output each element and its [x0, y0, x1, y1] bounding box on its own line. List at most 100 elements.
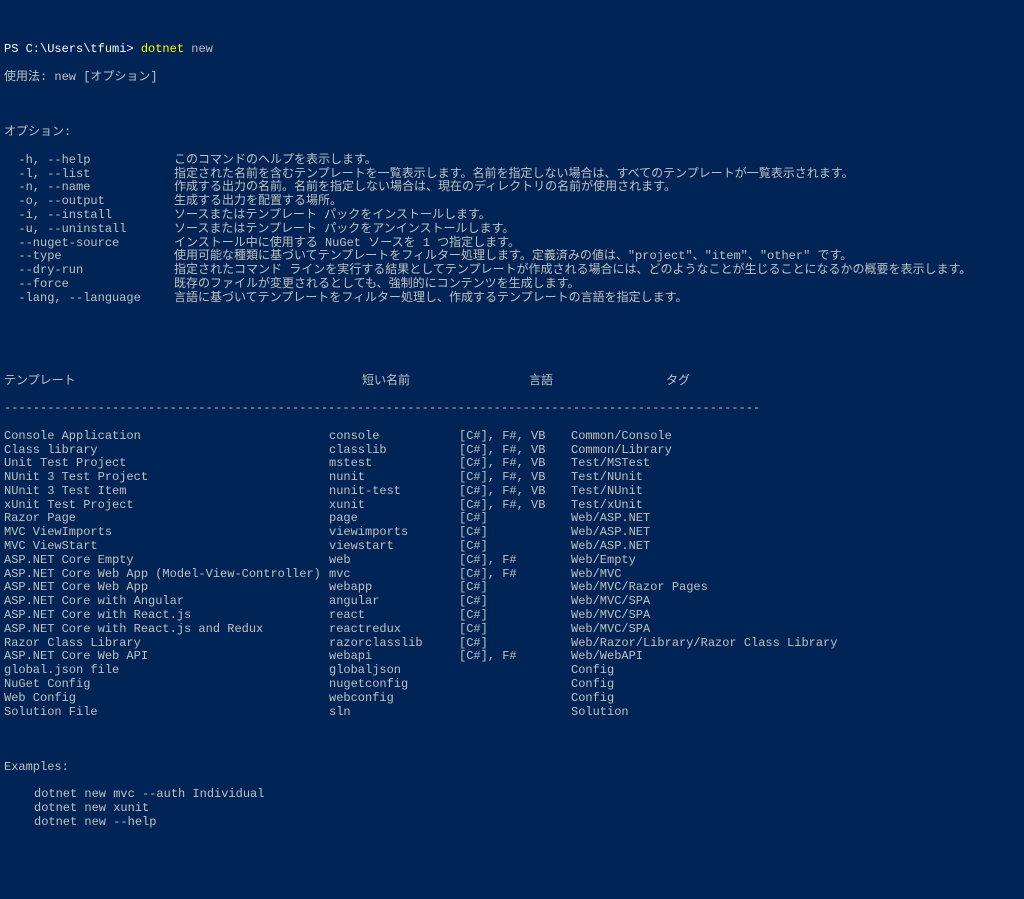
template-lang: [C#] — [459, 623, 571, 637]
table-row: Razor Class Libraryrazorclasslib[C#]Web/… — [4, 637, 1020, 651]
template-lang: [C#] — [459, 526, 571, 540]
template-short: reactredux — [329, 623, 459, 637]
table-row: ASP.NET Core Web Appwebapp[C#]Web/MVC/Ra… — [4, 581, 1020, 595]
template-tags: Web/ASP.NET — [571, 540, 650, 554]
template-lang: [C#] — [459, 512, 571, 526]
options-header: オプション: — [4, 126, 1020, 140]
template-tags: Common/Library — [571, 444, 672, 458]
template-tags: Test/NUnit — [571, 485, 643, 499]
table-row: Razor Pagepage[C#]Web/ASP.NET — [4, 512, 1020, 526]
template-short: console — [329, 430, 459, 444]
template-lang: [C#], F#, VB — [459, 444, 571, 458]
option-desc: 言語に基づいてテンプレートをフィルター処理し、作成するテンプレートの言語を指定し… — [174, 292, 687, 306]
option-flag: -i, --install — [4, 209, 174, 223]
template-lang: [C#], F#, VB — [459, 457, 571, 471]
template-tags: Web/Empty — [571, 554, 636, 568]
template-tags: Web/MVC/SPA — [571, 623, 650, 637]
template-short: classlib — [329, 444, 459, 458]
template-tags: Test/MSTest — [571, 457, 650, 471]
option-flag: --nuget-source — [4, 237, 174, 251]
template-short: webapi — [329, 650, 459, 664]
template-tags: Web/ASP.NET — [571, 526, 650, 540]
template-name: Razor Page — [4, 512, 329, 526]
template-tags: Config — [571, 664, 614, 678]
option-desc: ソースまたはテンプレート パックをアンインストールします。 — [174, 223, 514, 237]
option-desc: ソースまたはテンプレート パックをインストールします。 — [174, 209, 491, 223]
option-row: -h, --helpこのコマンドのヘルプを表示します。 — [4, 154, 1020, 168]
template-name: ASP.NET Core with React.js — [4, 609, 329, 623]
template-name: ASP.NET Core Empty — [4, 554, 329, 568]
template-tags: Solution — [571, 706, 629, 720]
option-desc: このコマンドのヘルプを表示します。 — [174, 154, 377, 168]
template-name: Console Application — [4, 430, 329, 444]
option-flag: -n, --name — [4, 181, 174, 195]
template-name: Web Config — [4, 692, 329, 706]
template-lang: [C#], F#, VB — [459, 499, 571, 513]
option-flag: -o, --output — [4, 195, 174, 209]
prompt-line: PS C:\Users\tfumi> dotnet new — [4, 43, 1020, 57]
table-row: Web ConfigwebconfigConfig — [4, 692, 1020, 706]
template-lang: [C#] — [459, 595, 571, 609]
option-flag: --type — [4, 250, 174, 264]
table-row: ASP.NET Core Emptyweb[C#], F#Web/Empty — [4, 554, 1020, 568]
examples-header: Examples: — [4, 761, 1020, 775]
template-tags: Web/WebAPI — [571, 650, 643, 664]
table-row: NuGet ConfignugetconfigConfig — [4, 678, 1020, 692]
template-short: react — [329, 609, 459, 623]
template-tags: Test/xUnit — [571, 499, 643, 513]
table-row: ASP.NET Core with React.js and Reduxreac… — [4, 623, 1020, 637]
template-lang: [C#], F# — [459, 568, 571, 582]
template-name: Unit Test Project — [4, 457, 329, 471]
template-tags: Web/ASP.NET — [571, 512, 650, 526]
table-row: Console Applicationconsole[C#], F#, VBCo… — [4, 430, 1020, 444]
template-tags: Common/Console — [571, 430, 672, 444]
template-lang: [C#], F#, VB — [459, 430, 571, 444]
header-template: テンプレート — [4, 375, 362, 389]
template-name: NUnit 3 Test Project — [4, 471, 329, 485]
template-lang: [C#] — [459, 637, 571, 651]
header-lang: 言語 — [529, 375, 666, 389]
option-row: -n, --name作成する出力の名前。名前を指定しない場合は、現在のディレクト… — [4, 181, 1020, 195]
option-row: -o, --output生成する出力を配置する場所。 — [4, 195, 1020, 209]
template-lang: [C#], F# — [459, 650, 571, 664]
template-name: Razor Class Library — [4, 637, 329, 651]
table-row: ASP.NET Core Web App (Model-View-Control… — [4, 568, 1020, 582]
option-flag: -lang, --language — [4, 292, 174, 306]
template-short: web — [329, 554, 459, 568]
option-desc: 既存のファイルが変更されるとしても、強制的にコンテンツを生成します。 — [174, 278, 579, 292]
option-flag: --dry-run — [4, 264, 174, 278]
ps-prefix: PS C:\Users\tfumi> — [4, 42, 134, 56]
table-row: NUnit 3 Test Itemnunit-test[C#], F#, VBT… — [4, 485, 1020, 499]
example-line: dotnet new mvc --auth Individual — [4, 788, 1020, 802]
template-short: angular — [329, 595, 459, 609]
options-list: -h, --helpこのコマンドのヘルプを表示します。 -l, --list指定… — [4, 154, 1020, 306]
template-short: mstest — [329, 457, 459, 471]
command-arg: new — [191, 42, 213, 56]
template-name: NuGet Config — [4, 678, 329, 692]
template-lang: [C#] — [459, 540, 571, 554]
examples-list: dotnet new mvc --auth Individual dotnet n… — [4, 788, 1020, 829]
option-flag: --force — [4, 278, 174, 292]
option-desc: 指定されたコマンド ラインを実行する結果としてテンプレートが作成される場合には、… — [174, 264, 971, 278]
table-separator: ----------------------------------------… — [4, 402, 1020, 416]
template-name: ASP.NET Core Web API — [4, 650, 329, 664]
template-short: webconfig — [329, 692, 459, 706]
option-row: --force既存のファイルが変更されるとしても、強制的にコンテンツを生成します… — [4, 278, 1020, 292]
template-name: ASP.NET Core with React.js and Redux — [4, 623, 329, 637]
example-line: dotnet new --help — [4, 816, 1020, 830]
option-flag: -h, --help — [4, 154, 174, 168]
template-short: viewimports — [329, 526, 459, 540]
table-row: ASP.NET Core with React.jsreact[C#]Web/M… — [4, 609, 1020, 623]
template-tags: Web/MVC/Razor Pages — [571, 581, 708, 595]
option-row: -lang, --language言語に基づいてテンプレートをフィルター処理し、… — [4, 292, 1020, 306]
template-tags: Test/NUnit — [571, 471, 643, 485]
table-row: ASP.NET Core with Angularangular[C#]Web/… — [4, 595, 1020, 609]
option-flag: -u, --uninstall — [4, 223, 174, 237]
table-row: ASP.NET Core Web APIwebapi[C#], F#Web/We… — [4, 650, 1020, 664]
usage-line: 使用法: new [オプション] — [4, 71, 1020, 85]
command: dotnet — [141, 42, 184, 56]
template-tags: Web/MVC/SPA — [571, 609, 650, 623]
template-short: nugetconfig — [329, 678, 459, 692]
template-lang: [C#] — [459, 609, 571, 623]
option-row: --dry-run指定されたコマンド ラインを実行する結果としてテンプレートが作… — [4, 264, 1020, 278]
